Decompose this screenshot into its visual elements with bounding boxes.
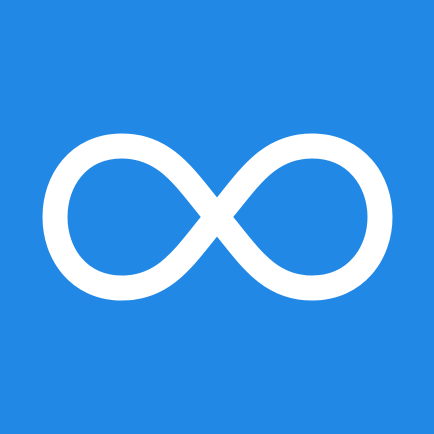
infinity-icon <box>42 133 393 301</box>
app-icon-tile <box>0 0 434 434</box>
infinity-stroke <box>42 133 393 301</box>
